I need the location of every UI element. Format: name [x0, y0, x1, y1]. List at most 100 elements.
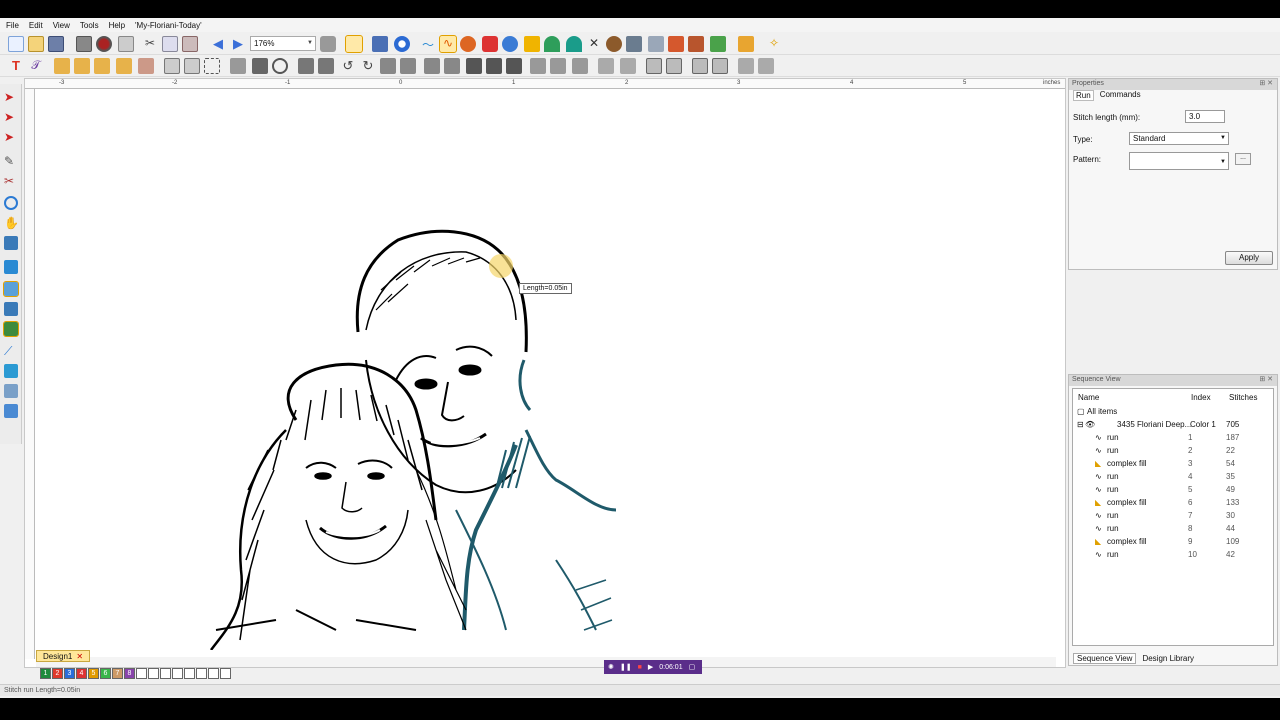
mirror-icon[interactable]: [298, 58, 314, 74]
col-index[interactable]: Index: [1191, 393, 1211, 402]
grid-tool-icon[interactable]: [4, 302, 18, 316]
radial-fill-icon[interactable]: [566, 36, 582, 52]
break-apart-icon[interactable]: [116, 58, 132, 74]
tab-design1[interactable]: Design1 ✕: [36, 650, 91, 662]
color-swatch[interactable]: 6: [100, 668, 111, 679]
home-icon[interactable]: [345, 35, 363, 53]
measure-icon[interactable]: [4, 236, 18, 250]
zoom-select[interactable]: 176% ▼: [250, 36, 316, 51]
redo-icon[interactable]: ▶: [230, 36, 246, 52]
stitch-player-icon[interactable]: [3, 321, 19, 337]
color-swatch[interactable]: 3: [64, 668, 75, 679]
align-right-icon[interactable]: [400, 58, 416, 74]
table-row[interactable]: ◣ complex fill 6 133: [1073, 498, 1273, 510]
satin-icon[interactable]: ∿: [439, 35, 457, 53]
color-swatch[interactable]: 4: [76, 668, 87, 679]
rotate-left-icon[interactable]: ↺: [340, 58, 356, 74]
pin-icon[interactable]: ⊞ ✕: [1259, 375, 1273, 383]
zoom-tool-icon[interactable]: [4, 196, 18, 210]
align-left-icon[interactable]: [380, 58, 396, 74]
apply-button[interactable]: Apply: [1225, 251, 1273, 265]
distribute-h-icon[interactable]: [466, 58, 482, 74]
color-swatch-empty[interactable]: [148, 668, 159, 679]
stop-icon[interactable]: ■: [638, 664, 642, 671]
space-v-icon[interactable]: [620, 58, 636, 74]
reshape-icon[interactable]: ➤: [4, 110, 18, 124]
path-icon[interactable]: ⟋: [4, 344, 18, 358]
pan-hand-icon[interactable]: ✋: [4, 216, 19, 230]
tab-run[interactable]: Run: [1073, 90, 1094, 101]
paste-icon[interactable]: [182, 36, 198, 52]
cut-icon[interactable]: ✂: [142, 36, 158, 52]
embroidery-design[interactable]: [36, 90, 1056, 650]
run-stitch-icon[interactable]: 〜: [420, 36, 436, 52]
lace-icon[interactable]: [606, 36, 622, 52]
stitch-out-icon[interactable]: [96, 36, 112, 52]
print-preview-icon[interactable]: [118, 36, 134, 52]
color-swatch[interactable]: 7: [112, 668, 123, 679]
sequence-list[interactable]: Name Index Stitches ▢ All items ⊟ 👁 3435…: [1072, 388, 1274, 646]
col-stitches[interactable]: Stitches: [1229, 393, 1257, 402]
duplicate-icon[interactable]: [184, 58, 200, 74]
close-icon[interactable]: ✕: [76, 652, 83, 661]
transform-icon[interactable]: [738, 36, 754, 52]
open-folder-icon[interactable]: [28, 36, 44, 52]
select-all-icon[interactable]: [164, 58, 180, 74]
color-swatch-empty[interactable]: [172, 668, 183, 679]
magic-wand-icon[interactable]: ✧: [766, 36, 782, 52]
distribute-v-icon[interactable]: [486, 58, 502, 74]
bead-icon[interactable]: [668, 36, 684, 52]
design-canvas[interactable]: -3 -2 -1 0 1 2 3 4 5 inches Length=0.05i…: [24, 78, 1066, 668]
menu-file[interactable]: File: [6, 21, 19, 30]
align-icon[interactable]: [230, 58, 246, 74]
hoop-icon[interactable]: [320, 36, 336, 52]
color-swatch-empty[interactable]: [220, 668, 231, 679]
color-swatch-empty[interactable]: [160, 668, 171, 679]
color-swatch[interactable]: 2: [52, 668, 63, 679]
text-tool-icon[interactable]: T: [8, 58, 24, 74]
motif-fill-icon[interactable]: [544, 36, 560, 52]
group-icon[interactable]: [54, 58, 70, 74]
bounding-box-icon[interactable]: [204, 58, 220, 74]
print-icon[interactable]: [76, 36, 92, 52]
pin-icon[interactable]: ⊞ ✕: [1259, 79, 1273, 87]
table-row[interactable]: ∿ run 2 22: [1073, 446, 1273, 458]
menu-tools[interactable]: Tools: [80, 21, 99, 30]
space-h-icon[interactable]: [598, 58, 614, 74]
flip-icon[interactable]: [318, 58, 334, 74]
table-row[interactable]: ∿ run 4 35: [1073, 472, 1273, 484]
order-front-icon[interactable]: [530, 58, 546, 74]
complex-fill-icon[interactable]: [524, 36, 540, 52]
color-swatch-empty[interactable]: [208, 668, 219, 679]
size-height-icon[interactable]: [666, 58, 682, 74]
list-item-group[interactable]: ⊟ 👁 3435 Floriani Deep... Color 1 705: [1073, 420, 1273, 432]
spiral-icon[interactable]: [502, 36, 518, 52]
table-row[interactable]: ∿ run 10 42: [1073, 550, 1273, 562]
sequin-icon[interactable]: [688, 36, 704, 52]
knife-icon[interactable]: ✂: [4, 174, 18, 188]
settings-icon[interactable]: [758, 58, 774, 74]
menu-edit[interactable]: Edit: [29, 21, 43, 30]
table-row[interactable]: ∿ run 5 49: [1073, 485, 1273, 497]
photo-stitch-icon[interactable]: [710, 36, 726, 52]
tab-commands[interactable]: Commands: [1100, 90, 1141, 101]
copy-icon[interactable]: [162, 36, 178, 52]
tab-design-library[interactable]: Design Library: [1142, 654, 1194, 663]
stitch-length-input[interactable]: 3.0: [1185, 110, 1225, 123]
table-row[interactable]: ◣ complex fill 9 109: [1073, 537, 1273, 549]
save-icon[interactable]: [48, 36, 64, 52]
ungroup-icon[interactable]: [74, 58, 90, 74]
hoop-tool-icon[interactable]: [4, 384, 18, 398]
color-swatch-empty[interactable]: [184, 668, 195, 679]
order-back-icon[interactable]: [550, 58, 566, 74]
image-icon[interactable]: [4, 260, 18, 274]
close-player-icon[interactable]: ▢: [689, 663, 696, 671]
select-arrow-icon[interactable]: ➤: [4, 90, 18, 104]
lock-icon[interactable]: [692, 58, 708, 74]
node-edit-icon[interactable]: ➤: [4, 130, 18, 144]
order-forward-icon[interactable]: [572, 58, 588, 74]
center-icon[interactable]: [506, 58, 522, 74]
rotate-right-icon[interactable]: ↻: [360, 58, 376, 74]
color-swatch[interactable]: 1: [40, 668, 51, 679]
combine-icon[interactable]: [94, 58, 110, 74]
